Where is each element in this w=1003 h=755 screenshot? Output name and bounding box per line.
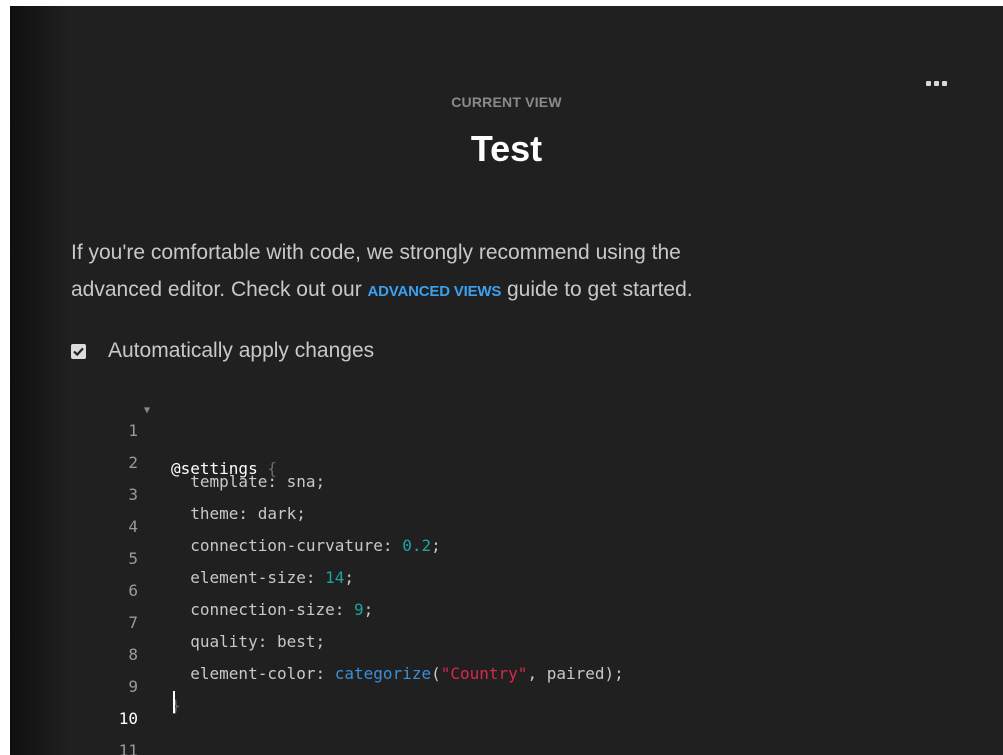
more-dot	[933, 80, 939, 86]
current-view-label: CURRENT VIEW	[451, 94, 562, 110]
code-editor[interactable]: 1 ▼ @settings { 2 template: sna; 3 theme…	[10, 398, 1003, 755]
more-horizontal-icon	[925, 80, 931, 86]
more-options-button[interactable]	[921, 76, 951, 90]
code-line-4: 4 connection-curvature: 0.2;	[10, 498, 1003, 555]
code-line-7: 7 quality: best;	[10, 594, 1003, 651]
code-line-2: 2 template: sna;	[10, 434, 1003, 491]
intro-text: If you're comfortable with code, we stro…	[71, 234, 971, 310]
code-line-5: 5 element-size: 14;	[10, 530, 1003, 587]
fold-caret-down-icon[interactable]: ▼	[144, 405, 150, 416]
checkbox-checked-icon[interactable]	[71, 343, 86, 359]
code-line-8: 8 element-color: categorize("Country", p…	[10, 626, 1003, 683]
view-panel: CURRENT VIEW Test If you're comfortable …	[10, 6, 1003, 755]
code-line-1: 1 ▼ @settings {	[10, 402, 1003, 478]
intro-line-1: If you're comfortable with code, we stro…	[71, 241, 681, 264]
code-line-11: 11	[10, 722, 1003, 755]
text-cursor	[173, 691, 175, 713]
line-number: 11	[118, 741, 138, 755]
intro-before-link: advanced editor. Check out our	[71, 278, 368, 301]
code-line-9: 9 }	[10, 658, 1003, 715]
intro-line-2: advanced editor. Check out our ADVANCED …	[71, 271, 971, 310]
code-line-6: 6 connection-size: 9;	[10, 562, 1003, 619]
auto-apply-label: Automatically apply changes	[108, 339, 375, 362]
intro-after-link: guide to get started.	[501, 278, 693, 301]
code-line-3: 3 theme: dark;	[10, 466, 1003, 523]
view-title: Test	[470, 128, 543, 169]
more-dot	[941, 80, 947, 86]
advanced-views-link[interactable]: ADVANCED VIEWS	[368, 283, 502, 300]
auto-apply-toggle[interactable]: Automatically apply changes	[71, 339, 374, 363]
code-line-10: 10	[10, 690, 1003, 728]
